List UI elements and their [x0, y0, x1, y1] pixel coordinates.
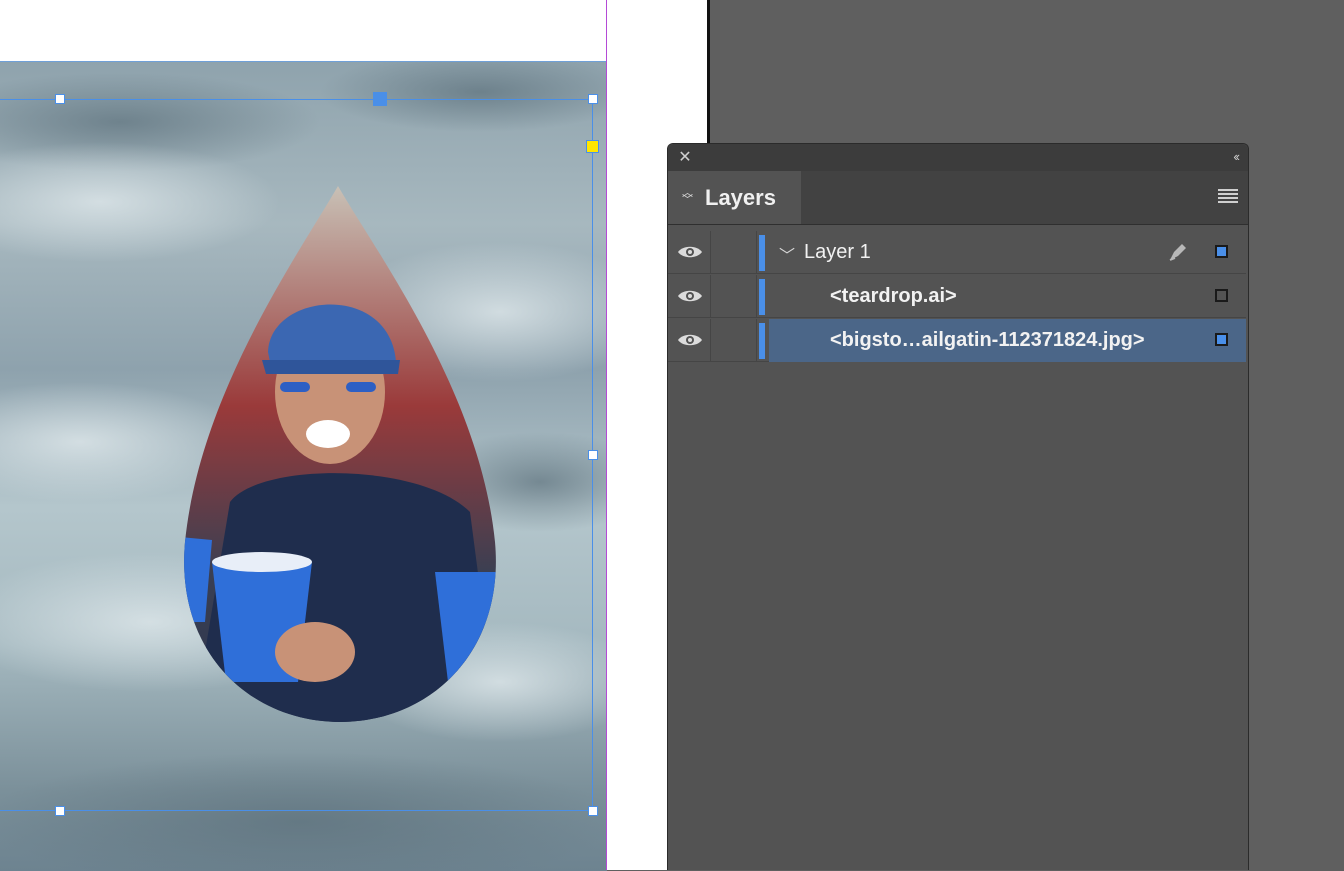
layer-item-row-selected[interactable]: <bigsto…ailgatin-112371824.jpg>	[668, 319, 1246, 362]
visibility-toggle[interactable]	[668, 275, 711, 318]
tab-layers-label: Layers	[705, 185, 776, 210]
layers-panel: ✕ ‹‹ ︿﹀ Layers ﹀ Layer 1 <teardrop.ai>	[667, 143, 1249, 870]
pen-icon	[1169, 244, 1186, 261]
lock-toggle[interactable]	[711, 231, 757, 274]
panel-title-bar[interactable]: ✕ ‹‹	[668, 144, 1248, 171]
page-edge	[707, 0, 710, 144]
item-name-cell[interactable]: <bigsto…ailgatin-112371824.jpg>	[769, 319, 1246, 362]
eye-icon	[678, 246, 702, 258]
layer-color-swatch	[759, 235, 765, 271]
resize-handle-top-center[interactable]	[373, 92, 387, 106]
layer-color-swatch	[759, 323, 765, 359]
panel-tab-row: ︿ ﹀ Layers	[668, 171, 1248, 225]
eye-icon	[678, 334, 702, 346]
collapse-icon[interactable]: ‹‹	[1233, 148, 1240, 166]
resize-handle-bottom-left[interactable]	[55, 806, 65, 816]
lock-toggle[interactable]	[711, 275, 757, 318]
resize-handle-bottom-right[interactable]	[588, 806, 598, 816]
panel-menu-icon[interactable]	[1218, 189, 1238, 203]
eye-icon	[678, 290, 702, 302]
item-label: <teardrop.ai>	[830, 285, 957, 307]
close-icon[interactable]: ✕	[676, 149, 694, 167]
selection-indicator[interactable]	[1215, 245, 1228, 258]
visibility-toggle[interactable]	[668, 231, 711, 274]
tab-arrows-icon: ︿ ﹀	[682, 187, 693, 206]
resize-handle-top-left[interactable]	[55, 94, 65, 104]
item-name-cell[interactable]: <teardrop.ai>	[769, 275, 1246, 318]
selection-indicator[interactable]	[1215, 289, 1228, 302]
chevron-down-icon[interactable]: ﹀	[779, 242, 795, 266]
selection-indicator[interactable]	[1215, 333, 1228, 346]
page-margin-guide	[606, 0, 607, 870]
lock-toggle[interactable]	[711, 319, 757, 362]
item-label: <bigsto…ailgatin-112371824.jpg>	[830, 329, 1145, 351]
corner-options-handle[interactable]	[586, 140, 599, 153]
tab-layers[interactable]: ︿ ﹀ Layers	[668, 171, 801, 224]
resize-handle-middle-right[interactable]	[588, 450, 598, 460]
layer-item-row[interactable]: <teardrop.ai>	[668, 275, 1246, 318]
layer-row[interactable]: ﹀ Layer 1	[668, 231, 1246, 274]
resize-handle-top-right[interactable]	[588, 94, 598, 104]
visibility-toggle[interactable]	[668, 319, 711, 362]
layer-color-swatch	[759, 279, 765, 315]
layer-name-cell[interactable]: ﹀ Layer 1	[769, 231, 1246, 274]
placed-image-background[interactable]	[0, 61, 607, 871]
layer-label: Layer 1	[804, 241, 871, 263]
